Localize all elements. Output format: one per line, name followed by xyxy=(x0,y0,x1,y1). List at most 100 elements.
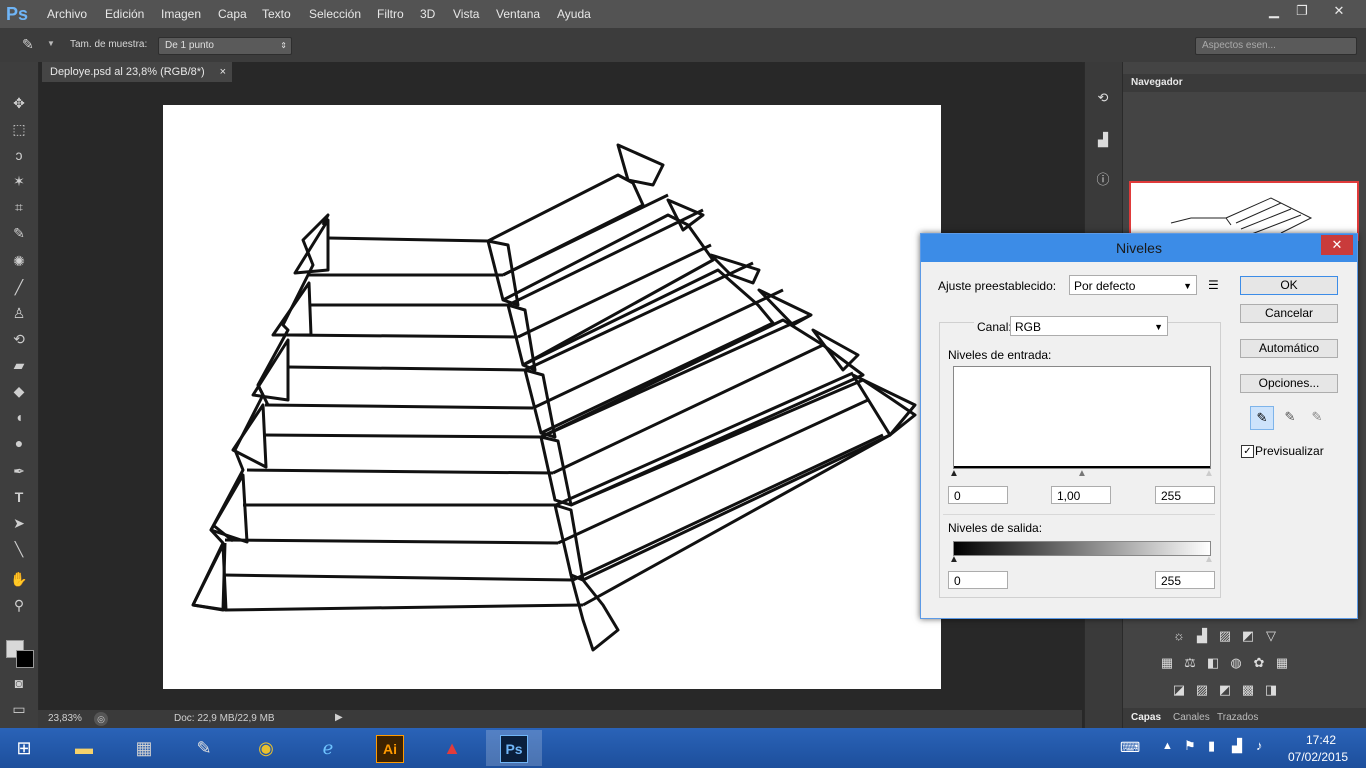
menu-seleccion[interactable]: Selección xyxy=(309,7,361,21)
threshold-icon[interactable]: ◩ xyxy=(1217,682,1233,698)
exposure-icon[interactable]: ◩ xyxy=(1240,628,1256,644)
clock-date[interactable]: 07/02/2015 xyxy=(1288,750,1348,764)
battery-icon[interactable]: ▮ xyxy=(1208,738,1215,754)
move-tool-icon[interactable]: ✥ xyxy=(8,92,30,114)
options-button[interactable]: Opciones... xyxy=(1240,374,1338,393)
menu-filtro[interactable]: Filtro xyxy=(377,7,404,21)
magic-wand-tool-icon[interactable]: ✶ xyxy=(8,170,30,192)
close-tab-icon[interactable]: × xyxy=(220,62,226,82)
sample-size-select[interactable]: De 1 punto ⇕ xyxy=(158,37,292,55)
output-black-slider[interactable]: ▲ xyxy=(949,554,959,565)
ok-button[interactable]: OK xyxy=(1240,276,1338,295)
network-icon[interactable]: ▟ xyxy=(1232,738,1242,754)
tab-layers[interactable]: Capas xyxy=(1131,712,1161,723)
windows-start-icon[interactable]: ⊞ xyxy=(0,730,48,766)
zoom-level[interactable]: 23,83% xyxy=(48,713,82,724)
photoshop-taskbar-icon[interactable]: Ps xyxy=(486,730,542,766)
internet-explorer-icon[interactable]: ℯ xyxy=(300,730,356,766)
white-point-eyedropper-icon[interactable]: ✎ xyxy=(1306,406,1328,428)
show-hidden-icons-icon[interactable]: ▲ xyxy=(1162,740,1173,752)
output-white-slider[interactable]: ▲ xyxy=(1204,554,1214,565)
cancel-button[interactable]: Cancelar xyxy=(1240,304,1338,323)
input-black-slider[interactable]: ▲ xyxy=(949,468,959,479)
document-canvas[interactable] xyxy=(163,105,941,689)
calculator-icon[interactable]: ▦ xyxy=(116,730,172,766)
illustrator-icon[interactable]: Ai xyxy=(362,730,418,766)
spot-healing-tool-icon[interactable]: ✺ xyxy=(8,250,30,272)
menu-vista[interactable]: Vista xyxy=(453,7,479,21)
tab-paths[interactable]: Trazados xyxy=(1217,712,1258,723)
minimize-button[interactable]: ▁ xyxy=(1261,2,1287,20)
preset-options-icon[interactable]: ☰ xyxy=(1208,278,1219,292)
line-tool-icon[interactable]: ╲ xyxy=(8,538,30,560)
chrome-icon[interactable]: ◉ xyxy=(238,730,294,766)
gradient-map-icon[interactable]: ▩ xyxy=(1240,682,1256,698)
action-center-icon[interactable]: ⚑ xyxy=(1184,738,1196,754)
history-panel-icon[interactable]: ⟲ xyxy=(1095,90,1111,106)
workspace-select[interactable]: Aspectos esen... xyxy=(1195,37,1357,55)
crop-tool-icon[interactable]: ⌗ xyxy=(8,196,30,218)
hand-tool-icon[interactable]: ✋ xyxy=(8,568,30,590)
selective-color-icon[interactable]: ◨ xyxy=(1263,682,1279,698)
black-point-eyedropper-icon[interactable]: ✎ xyxy=(1250,406,1274,430)
input-gamma-slider[interactable]: ▲ xyxy=(1077,468,1087,479)
preset-select[interactable]: Por defecto ▼ xyxy=(1069,275,1197,295)
background-color-swatch[interactable] xyxy=(16,650,34,668)
eyedropper-tool-preset-icon[interactable]: ✎ xyxy=(22,36,42,54)
menu-imagen[interactable]: Imagen xyxy=(161,7,201,21)
menu-ventana[interactable]: Ventana xyxy=(496,7,540,21)
auto-button[interactable]: Automático xyxy=(1240,339,1338,358)
dodge-tool-icon[interactable]: ● xyxy=(8,432,30,454)
curves-icon[interactable]: ▨ xyxy=(1217,628,1233,644)
navigator-panel-title[interactable]: Navegador xyxy=(1131,77,1183,88)
output-black-field[interactable]: 0 xyxy=(948,571,1008,589)
levels-adjustment-icon[interactable]: ▟ xyxy=(1194,628,1210,644)
info-panel-icon[interactable]: ⓘ xyxy=(1095,172,1111,188)
screen-mode-icon[interactable]: ▭ xyxy=(8,698,30,720)
input-gamma-field[interactable]: 1,00 xyxy=(1051,486,1111,504)
black-white-icon[interactable]: ◧ xyxy=(1205,655,1221,671)
channel-mixer-icon[interactable]: ✿ xyxy=(1251,655,1267,671)
color-lookup-icon[interactable]: ▦ xyxy=(1274,655,1290,671)
path-selection-tool-icon[interactable]: ➤ xyxy=(8,512,30,534)
autocad-icon[interactable]: ▲ xyxy=(424,730,480,766)
file-explorer-icon[interactable]: ▬ xyxy=(56,730,112,766)
channel-select[interactable]: RGB ▼ xyxy=(1010,316,1168,336)
restore-button[interactable]: ❐ xyxy=(1289,2,1315,20)
menu-capa[interactable]: Capa xyxy=(218,7,247,21)
preview-checkbox[interactable]: ✓ xyxy=(1241,445,1254,458)
quick-mask-icon[interactable]: ◙ xyxy=(8,672,30,694)
menu-ayuda[interactable]: Ayuda xyxy=(557,7,591,21)
play-arrow-icon[interactable]: ▶ xyxy=(335,712,343,723)
document-tab[interactable]: Deploye.psd al 23,8% (RGB/8*) × xyxy=(42,62,232,82)
chevron-down-icon[interactable]: ▼ xyxy=(47,39,55,48)
posterize-icon[interactable]: ▨ xyxy=(1194,682,1210,698)
input-white-field[interactable]: 255 xyxy=(1155,486,1215,504)
menu-edicion[interactable]: Edición xyxy=(105,7,144,21)
menu-3d[interactable]: 3D xyxy=(420,7,435,21)
clock-time[interactable]: 17:42 xyxy=(1306,733,1336,747)
clone-stamp-tool-icon[interactable]: ♙ xyxy=(8,302,30,324)
eraser-tool-icon[interactable]: ▰ xyxy=(8,354,30,376)
brush-tool-icon[interactable]: ╱ xyxy=(8,276,30,298)
color-balance-icon[interactable]: ⚖ xyxy=(1182,655,1198,671)
output-white-field[interactable]: 255 xyxy=(1155,571,1215,589)
keyboard-icon[interactable]: ⌨ xyxy=(1120,739,1140,756)
vibrance-icon[interactable]: ▽ xyxy=(1263,628,1279,644)
dialog-close-button[interactable]: ✕ xyxy=(1321,235,1353,255)
menu-archivo[interactable]: Archivo xyxy=(47,7,87,21)
input-white-slider[interactable]: ▲ xyxy=(1204,468,1214,479)
zoom-tool-icon[interactable]: ⚲ xyxy=(8,594,30,616)
photo-filter-icon[interactable]: ◍ xyxy=(1228,655,1244,671)
marquee-tool-icon[interactable]: ⬚ xyxy=(8,118,30,140)
gray-point-eyedropper-icon[interactable]: ✎ xyxy=(1279,406,1301,428)
pen-tool-icon[interactable]: ✒ xyxy=(8,460,30,482)
history-brush-tool-icon[interactable]: ⟲ xyxy=(8,328,30,350)
paint-icon[interactable]: ✎ xyxy=(176,730,232,766)
histogram-panel-icon[interactable]: ▟ xyxy=(1095,132,1111,148)
blur-tool-icon[interactable]: ◖ xyxy=(8,406,30,428)
close-window-button[interactable]: ✕ xyxy=(1324,2,1354,20)
lasso-tool-icon[interactable]: ↄ xyxy=(8,144,30,166)
type-tool-icon[interactable]: T xyxy=(8,486,30,508)
hue-saturation-icon[interactable]: ▦ xyxy=(1159,655,1175,671)
